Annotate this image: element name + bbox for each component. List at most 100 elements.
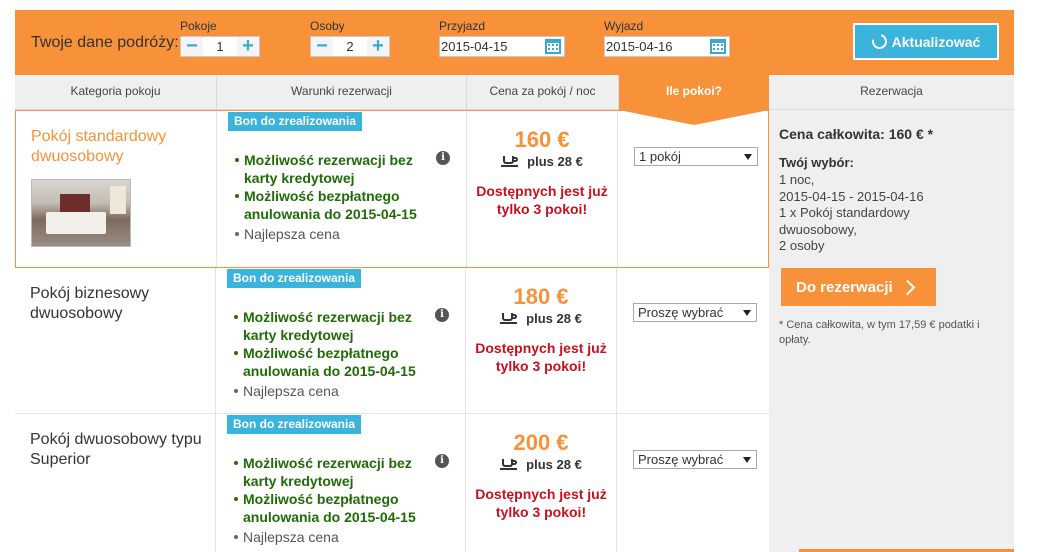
choice-nights: 1 noc,	[779, 172, 815, 187]
choice-dates: 2015-04-15 - 2015-04-16	[779, 188, 924, 204]
header-price: Cena za pokój / noc	[467, 75, 619, 109]
room-quantity-select[interactable]: Proszę wybrać	[633, 450, 757, 469]
search-label: Twoje dane podróży:	[31, 34, 179, 51]
conditions-cell: Bon do zrealizowania Możliwość rezerwacj…	[216, 414, 466, 552]
guests-value[interactable]: 2	[333, 37, 367, 56]
perks-list: Możliwość rezerwacji bez karty kredytowe…	[235, 151, 445, 243]
breakfast-extra: plus 28 €	[466, 311, 616, 326]
breakfast-cup-icon	[500, 459, 518, 470]
reservation-panel: Cena całkowita: 160 € * Twój wybór: 1 no…	[769, 110, 1014, 552]
reserve-button[interactable]: Do rezerwacji	[781, 268, 936, 306]
voucher-badge: Bon do zrealizowania	[227, 269, 362, 288]
room-row: Pokój standardowy dwuosobowy Bon do zrea…	[15, 110, 769, 268]
refresh-icon	[868, 31, 890, 52]
chevron-down-icon	[743, 310, 751, 316]
guests-stepper: − 2 +	[310, 36, 390, 57]
room-name[interactable]: Pokój dwuosobowy typu Superior	[30, 430, 210, 470]
rooms-value[interactable]: 1	[203, 37, 237, 56]
search-bar: Twoje dane podróży: Pokoje − 1 + Osoby −…	[15, 10, 1014, 75]
availability-text: Dostępnych jest już tylko 3 pokoi!	[476, 183, 608, 217]
reserve-button-label: Do rezerwacji	[796, 278, 893, 296]
checkin-value: 2015-04-15	[441, 39, 508, 54]
calendar-icon[interactable]	[710, 39, 726, 54]
availability-text: Dostępnych jest już tylko 3 pokoi!	[475, 340, 607, 374]
header-conditions: Warunki rezerwacji	[217, 75, 467, 109]
room-quantity-select[interactable]: 1 pokój	[634, 147, 758, 166]
conditions-cell: Bon do zrealizowania Możliwość rezerwacj…	[216, 268, 466, 413]
quantity-cell: 1 pokój	[618, 111, 770, 267]
room-price: 180 €	[513, 284, 569, 309]
room-category-cell: Pokój dwuosobowy typu Superior	[15, 414, 216, 552]
breakfast-price: plus 28 €	[526, 311, 582, 326]
rooms-label: Pokoje	[180, 19, 217, 33]
perk-best-price: Najlepsza cena	[234, 528, 444, 546]
room-price: 160 €	[514, 127, 570, 152]
breakfast-extra: plus 28 €	[467, 154, 617, 169]
perk-best-price: Najlepsza cena	[234, 382, 444, 400]
choice-summary: 1 noc, 2015-04-15 - 2015-04-16 1 x Pokój…	[779, 172, 979, 255]
room-price: 200 €	[513, 430, 569, 455]
checkin-group: Przyjazd 2015-04-15	[439, 19, 565, 57]
checkout-field[interactable]: 2015-04-16	[604, 36, 730, 57]
price-cell: 180 € plus 28 € Dostępnych jest już tylk…	[466, 268, 617, 413]
room-category-cell: Pokój standardowy dwuosobowy	[16, 111, 217, 267]
choice-room: 1 x Pokój standardowy dwuosobowy,	[779, 205, 910, 237]
choice-title: Twój wybór:	[779, 155, 854, 170]
conditions-cell: Bon do zrealizowania Możliwość rezerwacj…	[217, 111, 467, 267]
table-header: Kategoria pokoju Warunki rezerwacji Cena…	[15, 75, 1014, 125]
perk-best-price: Najlepsza cena	[235, 225, 445, 243]
price-note: * Cena całkowita, w tym 17,59 € podatki …	[779, 319, 980, 346]
checkin-field[interactable]: 2015-04-15	[439, 36, 565, 57]
guests-plus-button[interactable]: +	[367, 36, 389, 56]
checkin-label: Przyjazd	[439, 19, 486, 33]
room-category-cell: Pokój biznesowy dwuosobowy	[15, 268, 216, 413]
update-button[interactable]: Aktualizować	[853, 23, 999, 60]
checkout-group: Wyjazd 2015-04-16	[604, 19, 730, 57]
room-quantity-select[interactable]: Proszę wybrać	[633, 303, 757, 322]
price-cell: 200 € plus 28 € Dostępnych jest już tylk…	[466, 414, 617, 552]
guests-group: Osoby − 2 +	[310, 19, 390, 57]
room-row: Pokój dwuosobowy typu Superior Bon do zr…	[15, 414, 769, 552]
perk-no-credit-card: Możliwość rezerwacji bez karty kredytowe…	[234, 308, 444, 344]
breakfast-extra: plus 28 €	[466, 457, 616, 472]
chevron-down-icon	[743, 457, 751, 463]
perks-list: Możliwość rezerwacji bez karty kredytowe…	[234, 308, 444, 400]
room-name[interactable]: Pokój standardowy dwuosobowy	[31, 127, 211, 167]
breakfast-price: plus 28 €	[527, 154, 583, 169]
breakfast-price: plus 28 €	[526, 457, 582, 472]
availability-text: Dostępnych jest już tylko 3 pokoi!	[475, 486, 607, 520]
room-quantity-value: 1 pokój	[639, 149, 681, 164]
room-quantity-value: Proszę wybrać	[638, 305, 724, 320]
chevron-right-icon	[899, 279, 915, 295]
calendar-icon[interactable]	[545, 39, 561, 54]
header-reservation: Rezerwacja	[860, 84, 923, 98]
update-button-label: Aktualizować	[891, 33, 981, 50]
perk-free-cancellation: Możliwość bezpłatnego anulowania do 2015…	[234, 490, 444, 526]
voucher-badge: Bon do zrealizowania	[228, 112, 363, 131]
total-price: Cena całkowita: 160 € *	[779, 126, 934, 142]
perk-free-cancellation: Możliwość bezpłatnego anulowania do 2015…	[235, 187, 445, 223]
breakfast-cup-icon	[500, 313, 518, 324]
quantity-cell: Proszę wybrać	[617, 414, 769, 552]
quantity-cell: Proszę wybrać	[617, 268, 769, 413]
info-icon[interactable]: i	[436, 151, 450, 165]
info-icon[interactable]: i	[435, 308, 449, 322]
checkout-label: Wyjazd	[604, 19, 644, 33]
rooms-plus-button[interactable]: +	[237, 36, 259, 56]
chevron-down-icon	[744, 154, 752, 160]
voucher-badge: Bon do zrealizowania	[227, 415, 362, 434]
room-row: Pokój biznesowy dwuosobowy Bon do zreali…	[15, 268, 769, 414]
perk-no-credit-card: Możliwość rezerwacji bez karty kredytowe…	[234, 454, 444, 490]
guests-label: Osoby	[310, 19, 345, 33]
perks-list: Możliwość rezerwacji bez karty kredytowe…	[234, 454, 444, 546]
rooms-minus-button[interactable]: −	[181, 36, 203, 56]
room-photo[interactable]	[31, 179, 131, 247]
breakfast-cup-icon	[501, 156, 519, 167]
info-icon[interactable]: i	[435, 454, 449, 468]
checkout-value: 2015-04-16	[606, 39, 673, 54]
price-cell: 160 € plus 28 € Dostępnych jest już tylk…	[467, 111, 618, 267]
choice-guests: 2 osoby	[779, 238, 825, 253]
guests-minus-button[interactable]: −	[311, 36, 333, 56]
room-name[interactable]: Pokój biznesowy dwuosobowy	[30, 284, 210, 324]
perk-no-credit-card: Możliwość rezerwacji bez karty kredytowe…	[235, 151, 445, 187]
